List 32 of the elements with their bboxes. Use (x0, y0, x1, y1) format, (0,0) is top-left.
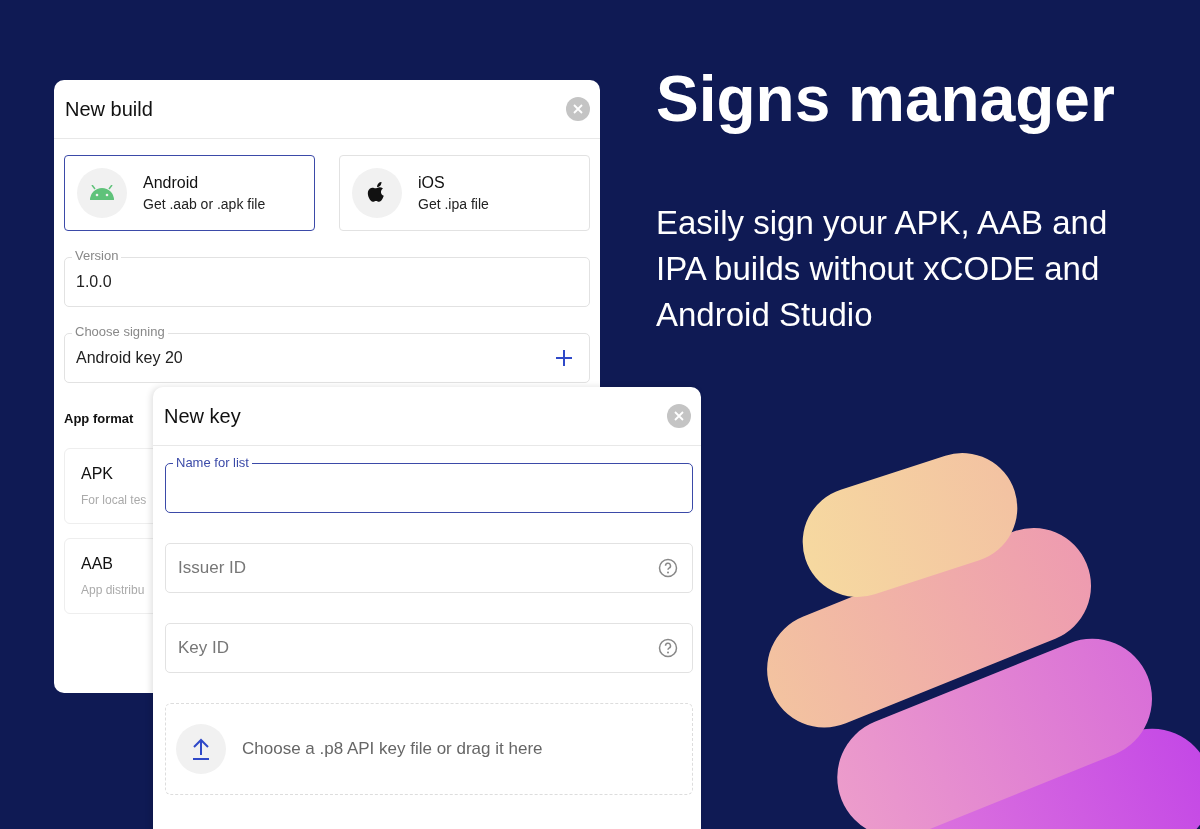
platform-name: iOS (418, 174, 446, 192)
apple-icon (367, 181, 387, 205)
field-label: Name for list (173, 455, 252, 470)
text-input[interactable]: Key ID (178, 638, 658, 658)
platform-description: Get .ipa file (418, 196, 489, 212)
upload-instructions: Choose a .p8 API key file or drag it here (242, 739, 543, 759)
platform-description: Get .aab or .apk file (143, 196, 266, 212)
platform-option[interactable]: iOS Get .ipa file (339, 155, 590, 231)
upload-dropzone[interactable]: Choose a .p8 API key file or drag it here (165, 703, 693, 795)
text-input[interactable]: Issuer ID (178, 558, 658, 578)
field-label: Choose signing (72, 324, 168, 339)
android-icon (89, 185, 115, 201)
format-description: For local tes (81, 493, 147, 507)
upload-icon (192, 738, 210, 760)
close-icon (573, 104, 583, 114)
help-icon[interactable] (658, 638, 678, 658)
field-value: Android key 20 (76, 349, 184, 367)
platform-name: Android (143, 174, 200, 192)
field-value: 1.0.0 (76, 273, 113, 291)
dialog-title: New build (65, 97, 153, 121)
field-label: Version (72, 248, 122, 263)
section-label: App format (64, 411, 134, 426)
subtitle: Easily sign your APK, AAB and IPA builds without xCODE and Android Studio (656, 203, 1109, 335)
headline: Signs manager (656, 62, 1116, 136)
format-name: APK (81, 465, 113, 483)
plus-icon[interactable] (556, 350, 572, 366)
dialog-title: New key (164, 404, 241, 428)
format-description: App distribu (81, 583, 145, 597)
help-icon[interactable] (658, 558, 678, 578)
format-name: AAB (81, 555, 113, 573)
platform-option[interactable]: Android Get .aab or .apk file (64, 155, 315, 231)
close-icon (674, 411, 684, 421)
